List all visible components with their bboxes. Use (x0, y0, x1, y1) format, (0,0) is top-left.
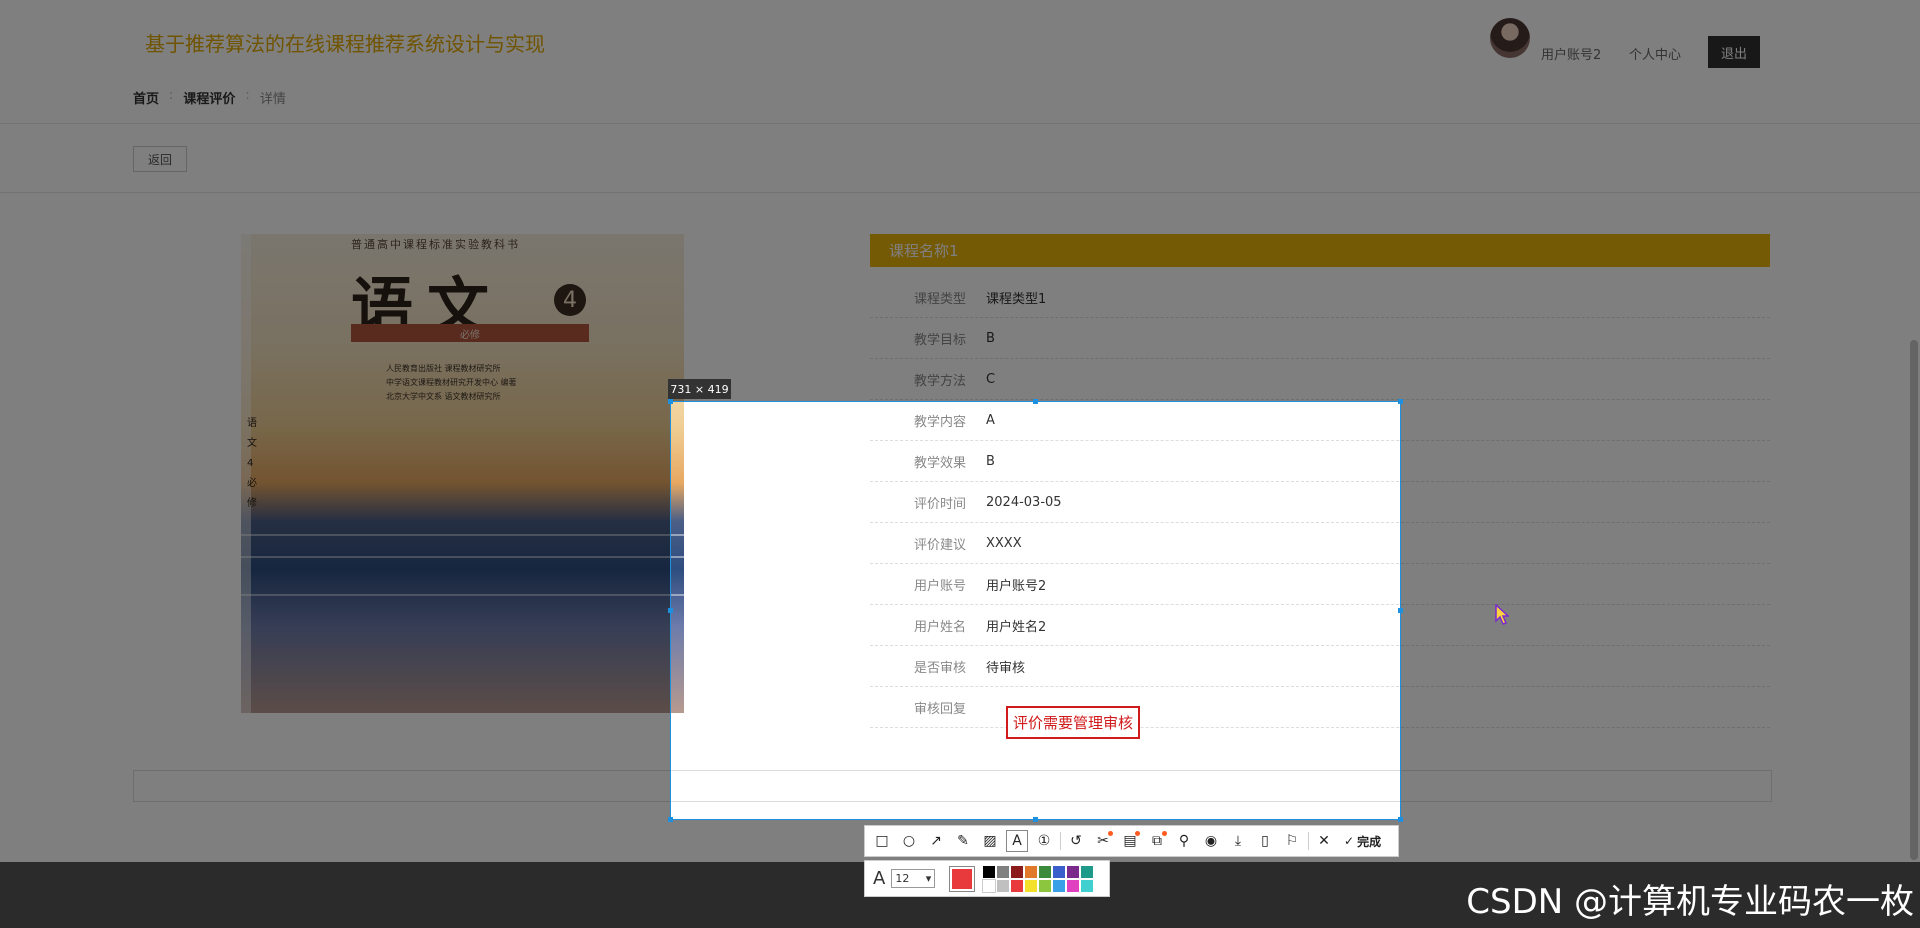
capture-selection-frame[interactable] (670, 401, 1401, 820)
color-swatch[interactable] (982, 878, 997, 893)
color-swatch[interactable] (1067, 879, 1080, 892)
done-label: 完成 (1357, 834, 1382, 849)
color-palette (982, 865, 1094, 893)
font-size-select[interactable]: 12 ▾ (891, 869, 936, 888)
color-swatch[interactable] (983, 865, 996, 878)
translate-glyph: ⧉ (1152, 833, 1162, 849)
long-capture-icon[interactable]: ▯ (1254, 830, 1276, 852)
current-color-swatch[interactable] (949, 865, 976, 892)
color-swatch[interactable] (1025, 865, 1038, 878)
resize-handle-bottom[interactable] (1033, 817, 1038, 822)
dim-overlay-left (0, 401, 670, 820)
annotation-toolbar: □ ○ ↗ ✎ ▨ A ① ↺ ✂ ▤ ⧉ ⚲ ◉ ⤓ ▯ ⚐ ✕ ✓ 完成 (864, 825, 1399, 857)
color-swatch[interactable] (997, 879, 1010, 892)
new-badge (1162, 831, 1167, 836)
color-swatch[interactable] (1011, 865, 1024, 878)
color-swatch[interactable] (1011, 879, 1024, 892)
pen-icon[interactable]: ✎ (952, 830, 974, 852)
toolbar-separator (1060, 832, 1061, 850)
resize-handle-bottom-right[interactable] (1398, 817, 1403, 822)
record-icon[interactable]: ◉ (1200, 830, 1222, 852)
ocr-glyph: ▤ (1123, 833, 1137, 849)
font-icon: A (873, 868, 886, 889)
translate-icon[interactable]: ⧉ (1146, 830, 1168, 852)
resize-handle-top[interactable] (1033, 399, 1038, 404)
current-color-fill (952, 868, 973, 889)
cutout-icon[interactable]: ✂ (1092, 830, 1114, 852)
close-icon[interactable]: ✕ (1313, 830, 1335, 852)
watermark-text: CSDN @计算机专业码农一枚 (1466, 882, 1914, 922)
resize-handle-left[interactable] (668, 608, 673, 613)
color-swatch[interactable] (1053, 865, 1066, 878)
capture-size-label: 731 × 419 (668, 379, 731, 399)
color-swatch[interactable] (1039, 865, 1052, 878)
dim-overlay-top (0, 0, 1920, 401)
resize-handle-bottom-left[interactable] (668, 817, 673, 822)
mosaic-icon[interactable]: ▨ (979, 830, 1001, 852)
ocr-icon[interactable]: ▤ (1119, 830, 1141, 852)
resize-handle-right[interactable] (1398, 608, 1403, 613)
arrow-icon[interactable]: ↗ (925, 830, 947, 852)
bookmark-icon[interactable]: ⚐ (1281, 830, 1303, 852)
new-badge (1108, 831, 1113, 836)
download-icon[interactable]: ⤓ (1227, 830, 1249, 852)
pin-icon[interactable]: ⚲ (1173, 830, 1195, 852)
rectangle-icon[interactable]: □ (871, 830, 893, 852)
color-swatch[interactable] (1081, 879, 1094, 892)
toolbar-separator (1308, 832, 1309, 850)
color-swatch[interactable] (1081, 865, 1094, 878)
text-icon[interactable]: A (1006, 830, 1028, 852)
font-size-value: 12 (895, 872, 910, 885)
new-badge (1135, 831, 1140, 836)
number-icon[interactable]: ① (1033, 830, 1055, 852)
undo-icon[interactable]: ↺ (1065, 830, 1087, 852)
color-swatch[interactable] (997, 865, 1010, 878)
chevron-down-icon: ▾ (925, 872, 932, 885)
cutout-glyph: ✂ (1097, 833, 1109, 849)
resize-handle-top-left[interactable] (668, 399, 673, 404)
mouse-cursor-icon (1495, 604, 1509, 625)
color-swatch[interactable] (1053, 879, 1066, 892)
text-style-subbar: A 12 ▾ (864, 860, 1110, 897)
color-swatch[interactable] (1039, 879, 1052, 892)
review-note-annotation[interactable]: 评价需要管理审核 (1006, 706, 1141, 739)
done-button[interactable]: ✓ 完成 (1344, 833, 1381, 850)
ellipse-icon[interactable]: ○ (898, 830, 920, 852)
resize-handle-top-right[interactable] (1398, 399, 1403, 404)
color-swatch[interactable] (1025, 879, 1038, 892)
check-icon: ✓ (1344, 834, 1355, 848)
color-swatch[interactable] (1067, 865, 1080, 878)
dim-overlay-right (1401, 401, 1920, 820)
